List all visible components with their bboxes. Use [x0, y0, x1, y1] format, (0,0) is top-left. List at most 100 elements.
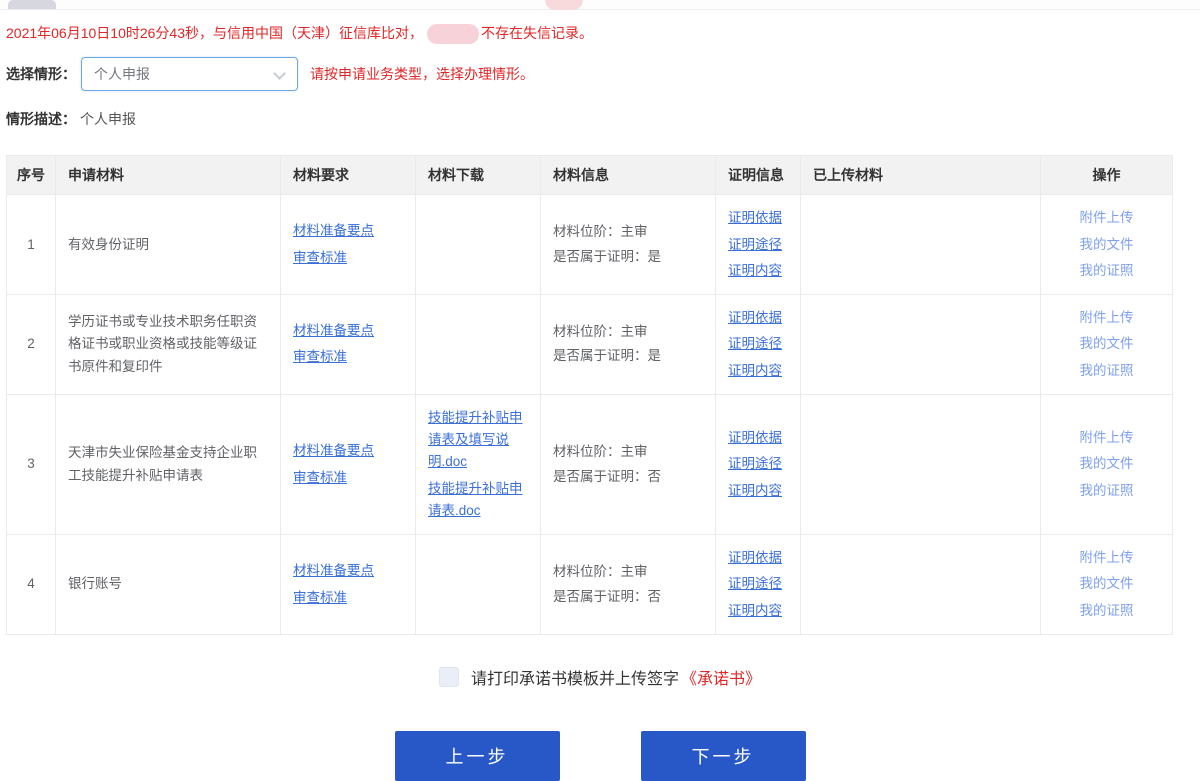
material-info-line: 材料位阶：主审 [553, 321, 703, 343]
material-requirement-link[interactable]: 审查标准 [293, 346, 403, 368]
situation-label: 选择情形： [6, 64, 76, 84]
material-requirements-cell: 材料准备要点审查标准 [281, 195, 416, 295]
table-header-row: 序号 申请材料 材料要求 材料下载 材料信息 证明信息 已上传材料 操作 [7, 156, 1173, 195]
prev-step-button[interactable]: 上一步 [395, 731, 560, 781]
table-row: 1有效身份证明材料准备要点审查标准材料位阶：主审是否属于证明：是证明依据证明途径… [7, 195, 1173, 295]
attachment-upload-link[interactable]: 附件上传 [1053, 207, 1160, 229]
table-row: 3天津市失业保险基金支持企业职工技能提升补贴申请表材料准备要点审查标准技能提升补… [7, 394, 1173, 534]
table-row: 4银行账号材料准备要点审查标准材料位阶：主审是否属于证明：否证明依据证明途径证明… [7, 535, 1173, 635]
material-info-cell: 材料位阶：主审是否属于证明：否 [541, 535, 716, 635]
uploaded-materials-cell [801, 295, 1041, 395]
proof-info-link[interactable]: 证明依据 [728, 427, 788, 449]
attachment-upload-link[interactable]: 附件上传 [1053, 427, 1160, 449]
header-seq: 序号 [7, 156, 56, 195]
proof-info-link[interactable]: 证明依据 [728, 207, 788, 229]
material-name-cell: 有效身份证明 [56, 195, 281, 295]
commitment-checkbox[interactable] [439, 667, 459, 687]
table-row: 2学历证书或专业技术职务任职资格证书或职业资格或技能等级证书原件和复印件材料准备… [7, 295, 1173, 395]
header-actions: 操作 [1041, 156, 1173, 195]
proof-info-link[interactable]: 证明内容 [728, 480, 788, 502]
material-requirement-link[interactable]: 审查标准 [293, 247, 403, 269]
attachment-upload-link[interactable]: 附件上传 [1053, 547, 1160, 569]
my-files-link[interactable]: 我的文件 [1053, 234, 1160, 256]
row-number-cell: 2 [7, 295, 56, 395]
material-requirements-cell: 材料准备要点审查标准 [281, 295, 416, 395]
materials-table: 序号 申请材料 材料要求 材料下载 材料信息 证明信息 已上传材料 操作 1有效… [6, 155, 1173, 635]
my-files-link[interactable]: 我的文件 [1053, 333, 1160, 355]
material-requirement-link[interactable]: 材料准备要点 [293, 320, 403, 342]
header-material: 申请材料 [56, 156, 281, 195]
situation-select[interactable]: 个人申报 [81, 57, 298, 91]
material-name-cell: 天津市失业保险基金支持企业职工技能提升补贴申请表 [56, 394, 281, 534]
material-info-line: 是否属于证明：否 [553, 466, 703, 488]
my-files-link[interactable]: 我的文件 [1053, 453, 1160, 475]
actions-cell: 附件上传我的文件我的证照 [1041, 535, 1173, 635]
actions-cell: 附件上传我的文件我的证照 [1041, 195, 1173, 295]
material-requirements-cell: 材料准备要点审查标准 [281, 535, 416, 635]
proof-info-cell: 证明依据证明途径证明内容 [716, 394, 801, 534]
material-requirement-link[interactable]: 材料准备要点 [293, 560, 403, 582]
material-requirement-link[interactable]: 审查标准 [293, 467, 403, 489]
my-certificates-link[interactable]: 我的证照 [1053, 360, 1160, 382]
proof-info-link[interactable]: 证明途径 [728, 453, 788, 475]
material-requirement-link[interactable]: 材料准备要点 [293, 220, 403, 242]
actions-cell: 附件上传我的文件我的证照 [1041, 295, 1173, 395]
proof-info-link[interactable]: 证明依据 [728, 547, 788, 569]
commitment-row: 请打印承诺书模板并上传签字 《承诺书》 [0, 665, 1200, 689]
my-certificates-link[interactable]: 我的证照 [1053, 600, 1160, 622]
uploaded-materials-cell [801, 195, 1041, 295]
notice-suffix: 不存在失信记录。 [481, 25, 593, 41]
material-info-line: 是否属于证明：是 [553, 345, 703, 367]
proof-info-link[interactable]: 证明途径 [728, 333, 788, 355]
material-download-link[interactable]: 技能提升补贴申请表及填写说明.doc [428, 407, 528, 474]
proof-info-link[interactable]: 证明内容 [728, 360, 788, 382]
situation-description-label: 情形描述： [6, 111, 76, 127]
notice-prefix: 2021年06月10日10时26分43秒，与信用中国（天津）征信库比对， [6, 25, 423, 41]
header-uploaded: 已上传材料 [801, 156, 1041, 195]
chevron-down-icon [275, 69, 285, 79]
proof-info-link[interactable]: 证明途径 [728, 573, 788, 595]
attachment-upload-link[interactable]: 附件上传 [1053, 307, 1160, 329]
situation-description-value: 个人申报 [80, 111, 136, 127]
row-number-cell: 3 [7, 394, 56, 534]
material-requirement-link[interactable]: 审查标准 [293, 587, 403, 609]
material-info-line: 材料位阶：主审 [553, 441, 703, 463]
material-requirement-link[interactable]: 材料准备要点 [293, 440, 403, 462]
material-downloads-cell [416, 535, 541, 635]
material-downloads-cell: 技能提升补贴申请表及填写说明.doc技能提升补贴申请表.doc [416, 394, 541, 534]
actions-cell: 附件上传我的文件我的证照 [1041, 394, 1173, 534]
situation-description-row: 情形描述：个人申报 [6, 109, 1200, 129]
top-strip [0, 0, 1200, 10]
material-downloads-cell [416, 295, 541, 395]
row-number-cell: 1 [7, 195, 56, 295]
material-name-cell: 银行账号 [56, 535, 281, 635]
proof-info-link[interactable]: 证明依据 [728, 307, 788, 329]
material-info-line: 材料位阶：主审 [553, 221, 703, 243]
row-number-cell: 4 [7, 535, 56, 635]
proof-info-link[interactable]: 证明途径 [728, 234, 788, 256]
materials-table-body: 1有效身份证明材料准备要点审查标准材料位阶：主审是否属于证明：是证明依据证明途径… [7, 195, 1173, 635]
my-certificates-link[interactable]: 我的证照 [1053, 260, 1160, 282]
material-requirements-cell: 材料准备要点审查标准 [281, 394, 416, 534]
proof-info-link[interactable]: 证明内容 [728, 600, 788, 622]
material-info-line: 材料位阶：主审 [553, 561, 703, 583]
proof-info-link[interactable]: 证明内容 [728, 260, 788, 282]
redacted-name [427, 24, 479, 44]
header-proof: 证明信息 [716, 156, 801, 195]
commitment-letter-link[interactable]: 《承诺书》 [681, 665, 761, 689]
uploaded-materials-cell [801, 394, 1041, 534]
proof-info-cell: 证明依据证明途径证明内容 [716, 535, 801, 635]
credit-check-notice: 2021年06月10日10时26分43秒，与信用中国（天津）征信库比对， 不存在失… [6, 24, 1200, 44]
step-buttons: 上一步 下一步 [0, 731, 1200, 781]
my-files-link[interactable]: 我的文件 [1053, 573, 1160, 595]
material-info-cell: 材料位阶：主审是否属于证明：是 [541, 295, 716, 395]
material-info-cell: 材料位阶：主审是否属于证明：否 [541, 394, 716, 534]
my-certificates-link[interactable]: 我的证照 [1053, 480, 1160, 502]
header-downloads: 材料下载 [416, 156, 541, 195]
uploaded-materials-cell [801, 535, 1041, 635]
material-download-link[interactable]: 技能提升补贴申请表.doc [428, 478, 528, 523]
next-step-button[interactable]: 下一步 [641, 731, 806, 781]
situation-hint: 请按申请业务类型，选择办理情形。 [310, 64, 534, 84]
proof-info-cell: 证明依据证明途径证明内容 [716, 295, 801, 395]
header-requirements: 材料要求 [281, 156, 416, 195]
